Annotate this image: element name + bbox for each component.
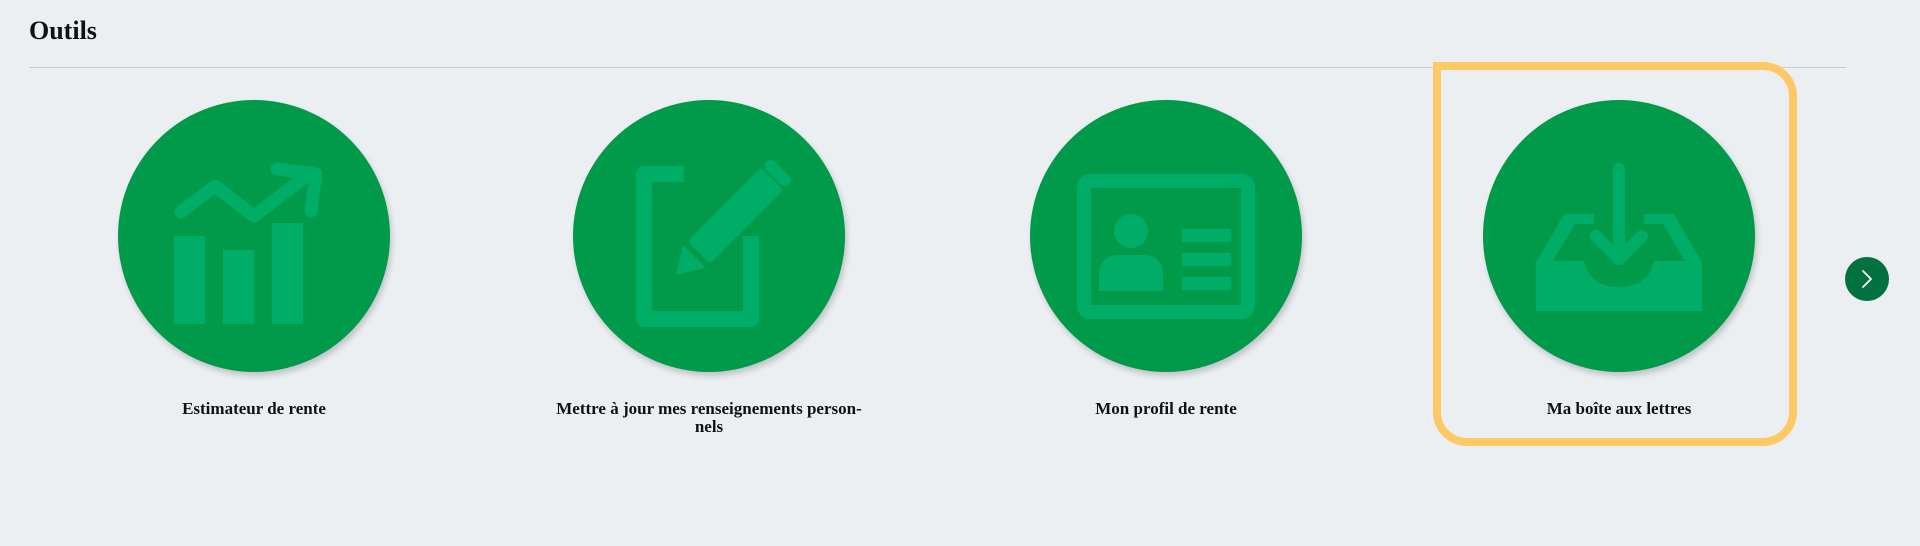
section-title: Outils [29,16,97,45]
carousel-next-button[interactable] [1845,257,1889,301]
tool-label[interactable]: Mettre à jour mes renseignements person-… [529,400,889,436]
edit-document-icon [636,160,791,327]
tool-pension-estimator[interactable]: Estimateur de rente [64,100,444,418]
tool-circle[interactable] [1483,100,1755,372]
tool-label[interactable]: Estimateur de rente [74,400,434,418]
tool-circle[interactable] [1030,100,1302,372]
id-card-icon [1077,174,1255,319]
tool-pension-profile[interactable]: Mon profil de rente [976,100,1356,418]
chevron-right-icon [1862,270,1872,288]
tool-circle[interactable] [573,100,845,372]
tools-page: Outils Estimateur de rente Mettre à jour… [0,0,1920,546]
tool-label[interactable]: Mon profil de rente [986,400,1346,418]
tool-mailbox[interactable]: Ma boîte aux lettres [1429,100,1809,418]
tool-circle[interactable] [118,100,390,372]
inbox-download-icon [1536,163,1702,311]
tool-update-personal-info[interactable]: Mettre à jour mes renseignements person-… [519,100,899,436]
chart-growth-icon [174,162,323,324]
divider [29,67,1846,68]
tool-label[interactable]: Ma boîte aux lettres [1439,400,1799,418]
